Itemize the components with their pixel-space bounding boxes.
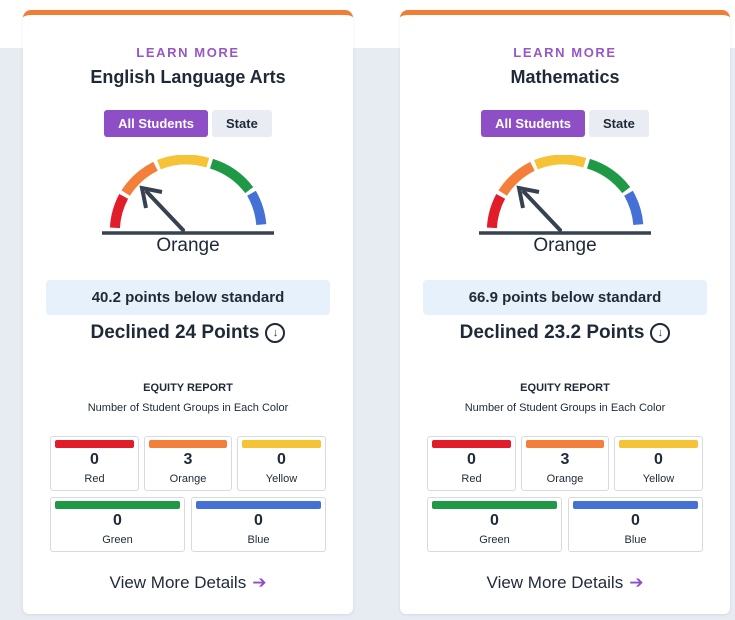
group-count: 0 xyxy=(490,512,499,529)
group-count: 0 xyxy=(113,512,122,529)
math-dashboard-card: LEARN MORE Mathematics All Students Stat… xyxy=(400,10,730,614)
green-color-bar xyxy=(432,501,557,509)
red-color-bar xyxy=(55,440,134,448)
group-count: 0 xyxy=(254,512,263,529)
group-count: 0 xyxy=(467,451,476,468)
green-color-bar xyxy=(55,501,180,509)
yellow-color-bar xyxy=(242,440,321,448)
gauge-red-segment xyxy=(109,194,129,229)
group-label: Yellow xyxy=(265,473,298,485)
group-label: Red xyxy=(84,473,105,485)
equity-report-subtitle: Number of Student Groups in Each Color xyxy=(464,402,666,414)
distance-from-standard: 40.2 points below standard xyxy=(46,280,330,315)
details-text: View More Details xyxy=(486,573,624,592)
gauge-red-segment xyxy=(486,194,506,229)
equity-report-subtitle: Number of Student Groups in Each Color xyxy=(87,402,289,414)
orange-color-bar xyxy=(526,440,604,448)
arrow-right-icon: ➔ xyxy=(629,573,644,592)
group-label: Green xyxy=(479,534,510,546)
subject-title: English Language Arts xyxy=(90,67,286,87)
orange-color-bar xyxy=(149,440,227,448)
group-label: Orange xyxy=(546,473,584,485)
ela-dashboard-card: LEARN MORE English Language Arts All Stu… xyxy=(23,10,353,614)
distance-from-standard: 66.9 points below standard xyxy=(423,280,707,315)
group-count: 0 xyxy=(654,451,663,468)
group-count: 3 xyxy=(560,451,570,468)
gauge-needle xyxy=(145,190,185,232)
equity-group-green: 0 Green xyxy=(427,497,562,552)
performance-gauge xyxy=(102,155,274,235)
gauge-blue-segment xyxy=(247,190,267,226)
equity-group-yellow: 0 Yellow xyxy=(237,436,326,491)
gauge-yellow-segment xyxy=(157,155,210,170)
equity-group-orange: 3 Orange xyxy=(521,436,609,491)
gauge-yellow-segment xyxy=(534,155,587,170)
performance-color-label: Orange xyxy=(533,235,597,256)
equity-group-yellow: 0 Yellow xyxy=(614,436,703,491)
group-label: Blue xyxy=(624,534,647,546)
gauge-green-segment xyxy=(209,158,254,194)
view-more-details-link[interactable]: View More Details ➔ xyxy=(23,573,353,593)
view-more-details-link[interactable]: View More Details ➔ xyxy=(400,573,730,593)
learn-more-link[interactable]: LEARN MORE xyxy=(23,45,353,60)
change-status: Declined 23.2 Points ↓ xyxy=(400,322,730,344)
group-count: 0 xyxy=(277,451,286,468)
performance-gauge xyxy=(479,155,651,235)
equity-group-red: 0 Red xyxy=(50,436,139,491)
all-students-button[interactable]: All Students xyxy=(104,110,209,137)
student-group-toggle: All Students State xyxy=(400,110,730,137)
equity-report-title: EQUITY REPORT xyxy=(520,382,610,394)
student-group-toggle: All Students State xyxy=(23,110,353,137)
details-text: View More Details xyxy=(109,573,247,592)
blue-color-bar xyxy=(573,501,698,509)
red-color-bar xyxy=(432,440,511,448)
group-count: 3 xyxy=(183,451,193,468)
learn-more-link[interactable]: LEARN MORE xyxy=(400,45,730,60)
equity-group-green: 0 Green xyxy=(50,497,185,552)
blue-color-bar xyxy=(196,501,321,509)
state-button[interactable]: State xyxy=(589,110,649,137)
group-count: 0 xyxy=(90,451,99,468)
state-button[interactable]: State xyxy=(212,110,272,137)
arrow-right-icon: ➔ xyxy=(252,573,267,592)
arrow-down-circle-icon: ↓ xyxy=(265,323,286,343)
group-label: Yellow xyxy=(642,473,675,485)
change-text: Declined 23.2 Points xyxy=(459,322,645,343)
group-label: Green xyxy=(102,534,133,546)
arrow-down-circle-icon: ↓ xyxy=(650,323,671,343)
group-label: Blue xyxy=(247,534,270,546)
equity-group-orange: 3 Orange xyxy=(144,436,232,491)
change-text: Declined 24 Points xyxy=(90,322,260,343)
group-count: 0 xyxy=(631,512,640,529)
change-status: Declined 24 Points ↓ xyxy=(23,322,353,344)
subject-title: Mathematics xyxy=(510,67,620,87)
gauge-blue-segment xyxy=(624,190,644,226)
gauge-needle xyxy=(522,190,562,232)
all-students-button[interactable]: All Students xyxy=(481,110,586,137)
equity-group-blue: 0 Blue xyxy=(191,497,326,552)
equity-group-blue: 0 Blue xyxy=(568,497,703,552)
gauge-green-segment xyxy=(586,158,631,194)
group-label: Orange xyxy=(169,473,207,485)
equity-group-red: 0 Red xyxy=(427,436,516,491)
equity-report-title: EQUITY REPORT xyxy=(143,382,233,394)
performance-color-label: Orange xyxy=(156,235,220,256)
yellow-color-bar xyxy=(619,440,698,448)
group-label: Red xyxy=(461,473,482,485)
